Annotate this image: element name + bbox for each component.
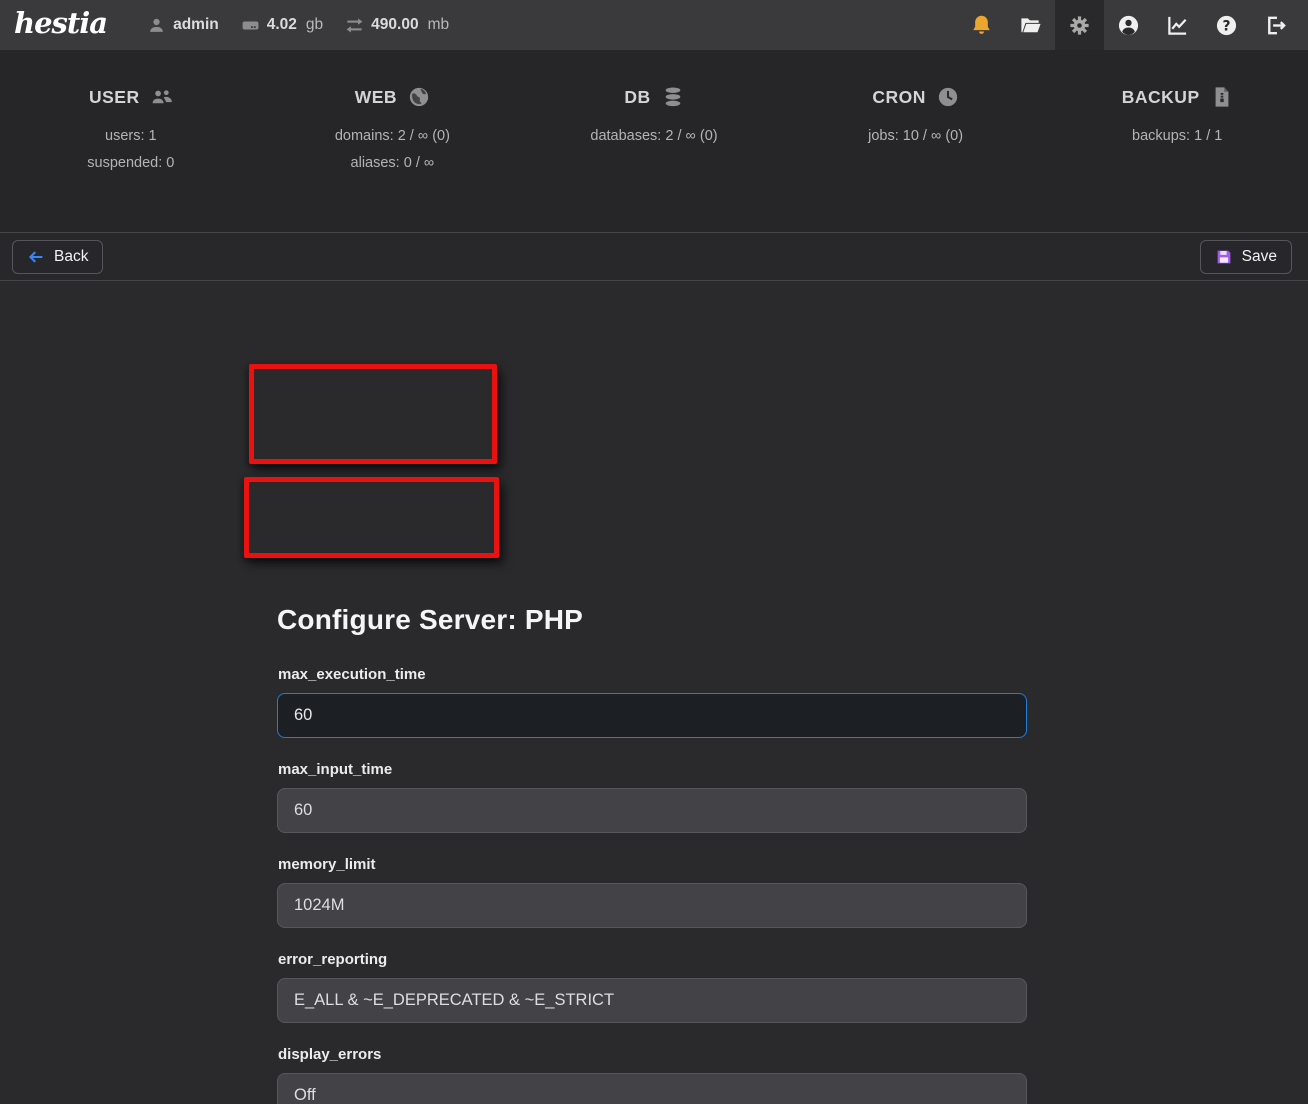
stat-db-title[interactable]: DB xyxy=(624,86,683,108)
input-display-errors[interactable] xyxy=(277,1073,1027,1104)
question-circle-icon: ? xyxy=(1215,14,1238,37)
stat-backup-title[interactable]: BACKUP xyxy=(1122,86,1233,108)
save-button-label: Save xyxy=(1242,248,1277,266)
svg-text:?: ? xyxy=(1222,18,1230,34)
back-button-label: Back xyxy=(54,248,88,266)
stat-user-line-2: suspended: 0 xyxy=(0,150,262,177)
field-memory-limit: memory_limit xyxy=(277,856,1027,928)
hestia-logo[interactable]: hestia xyxy=(14,6,107,44)
help-button[interactable]: ? xyxy=(1202,0,1251,50)
bandwidth-value: 490.00 xyxy=(371,16,418,34)
label-max-input-time: max_input_time xyxy=(278,761,1027,778)
disk-unit: gb xyxy=(306,16,323,34)
field-display-errors: display_errors xyxy=(277,1046,1027,1104)
statistics-button[interactable] xyxy=(1153,0,1202,50)
users-button[interactable] xyxy=(1104,0,1153,50)
input-max-execution-time[interactable] xyxy=(277,693,1027,738)
stat-web-title[interactable]: WEB xyxy=(355,86,430,108)
bandwidth-unit: mb xyxy=(428,16,450,34)
field-error-reporting: error_reporting xyxy=(277,951,1027,1023)
field-max-input-time: max_input_time xyxy=(277,761,1027,833)
users-group-icon xyxy=(151,86,173,108)
php-config-form: Configure Server: PHP max_execution_time… xyxy=(277,604,1027,1104)
bandwidth-usage: 490.00 mb xyxy=(345,16,449,35)
hard-drive-icon xyxy=(241,16,260,35)
file-manager-button[interactable] xyxy=(1006,0,1055,50)
globe-icon xyxy=(408,86,430,108)
back-arrow-icon xyxy=(27,248,45,266)
label-error-reporting: error_reporting xyxy=(278,951,1027,968)
hestia-control-panel: hestia admin 4.02 gb 490.00 mb xyxy=(0,0,1308,1104)
stat-cron-title[interactable]: CRON xyxy=(872,86,959,108)
line-chart-icon xyxy=(1166,14,1189,37)
input-error-reporting[interactable] xyxy=(277,978,1027,1023)
bell-icon xyxy=(970,14,993,37)
file-zip-icon xyxy=(1211,86,1233,108)
transfer-arrows-icon xyxy=(345,16,364,35)
logged-in-user[interactable]: admin xyxy=(147,16,219,35)
disk-value: 4.02 xyxy=(267,16,297,34)
stat-web-label: WEB xyxy=(355,87,397,108)
stat-backup: BACKUP backups: 1 / 1 xyxy=(1046,86,1308,232)
input-max-input-time[interactable] xyxy=(277,788,1027,833)
page-title: Configure Server: PHP xyxy=(277,604,1027,636)
label-max-execution-time: max_execution_time xyxy=(278,666,1027,683)
label-display-errors: display_errors xyxy=(278,1046,1027,1063)
stat-db: DB databases: 2 / ∞ (0) xyxy=(523,86,785,232)
username-label: admin xyxy=(173,16,219,34)
logout-button[interactable] xyxy=(1251,0,1300,50)
input-memory-limit[interactable] xyxy=(277,883,1027,928)
stat-user-label: USER xyxy=(89,87,140,108)
save-button[interactable]: Save xyxy=(1200,240,1292,274)
database-icon xyxy=(662,86,684,108)
stat-cron: CRON jobs: 10 / ∞ (0) xyxy=(785,86,1047,232)
stat-backup-label: BACKUP xyxy=(1122,87,1200,108)
field-max-execution-time: max_execution_time xyxy=(277,666,1027,738)
top-bar: hestia admin 4.02 gb 490.00 mb xyxy=(0,0,1308,50)
stat-user: USER users: 1 suspended: 0 xyxy=(0,86,262,232)
floppy-save-icon xyxy=(1215,248,1233,266)
action-toolbar: Back Save xyxy=(0,232,1308,281)
stat-backup-line-1: backups: 1 / 1 xyxy=(1046,123,1308,150)
label-memory-limit: memory_limit xyxy=(278,856,1027,873)
stat-db-label: DB xyxy=(624,87,650,108)
overview-stats: USER users: 1 suspended: 0 WEB domains: … xyxy=(0,50,1308,232)
user-circle-icon xyxy=(1117,14,1140,37)
stat-cron-label: CRON xyxy=(872,87,926,108)
server-settings-button[interactable] xyxy=(1055,0,1104,50)
stat-web-line-2: aliases: 0 / ∞ xyxy=(262,150,524,177)
stat-web: WEB domains: 2 / ∞ (0) aliases: 0 / ∞ xyxy=(262,86,524,232)
disk-usage: 4.02 gb xyxy=(241,16,323,35)
clock-icon xyxy=(937,86,959,108)
stat-db-line-1: databases: 2 / ∞ (0) xyxy=(523,123,785,150)
stat-web-line-1: domains: 2 / ∞ (0) xyxy=(262,123,524,150)
notifications-bell-button[interactable] xyxy=(957,0,1006,50)
stat-user-title[interactable]: USER xyxy=(89,86,173,108)
user-icon xyxy=(147,16,166,35)
logout-icon xyxy=(1264,14,1287,37)
top-icon-menu: ? xyxy=(957,0,1300,50)
back-button[interactable]: Back xyxy=(12,240,103,274)
stat-cron-line-1: jobs: 10 / ∞ (0) xyxy=(785,123,1047,150)
main-content: Configure Server: PHP max_execution_time… xyxy=(0,282,1308,1104)
folder-icon xyxy=(1019,14,1042,37)
stat-user-line-1: users: 1 xyxy=(0,123,262,150)
gear-icon xyxy=(1068,14,1091,37)
